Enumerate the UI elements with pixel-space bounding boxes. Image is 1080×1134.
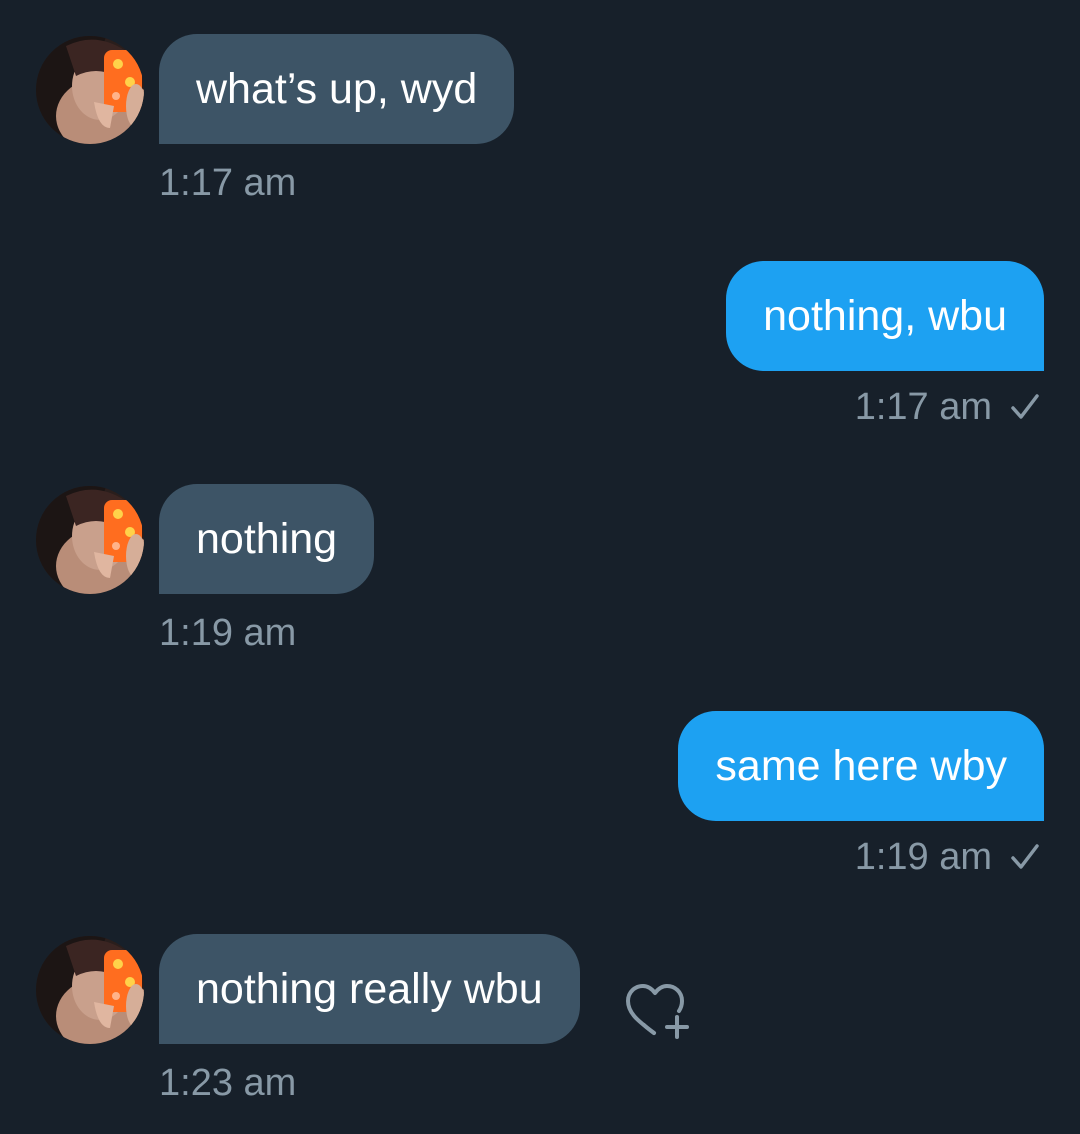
check-icon — [1011, 844, 1039, 869]
avatar[interactable] — [36, 486, 144, 594]
message-timestamp: 1:19 am — [854, 836, 992, 878]
avatar[interactable] — [36, 36, 144, 144]
message-text: same here wby — [715, 741, 1007, 790]
message-bubble[interactable]: same here wby — [678, 711, 1044, 821]
message-thread: what’s up, wyd 1:17 am nothing, wbu 1:17… — [0, 0, 1080, 1134]
message-bubble[interactable]: nothing — [159, 484, 375, 594]
message-bubble[interactable]: nothing really wbu — [159, 934, 580, 1044]
avatar[interactable] — [36, 936, 144, 1044]
message-text: nothing really wbu — [196, 964, 543, 1013]
avatar-photo — [36, 936, 144, 1044]
message-meta: 1:17 am — [855, 388, 1040, 426]
message-timestamp: 1:19 am — [159, 612, 297, 654]
check-icon — [1011, 394, 1039, 419]
message-text: nothing, wbu — [763, 291, 1007, 340]
message-bubble[interactable]: what’s up, wyd — [159, 34, 515, 144]
message-timestamp: 1:17 am — [159, 162, 297, 204]
message-timestamp: 1:23 am — [159, 1062, 297, 1104]
message-timestamp: 1:17 am — [854, 386, 992, 428]
message-meta: 1:19 am — [855, 838, 1040, 876]
avatar-photo — [36, 486, 144, 594]
message-text: nothing — [196, 514, 338, 563]
message-text: what’s up, wyd — [196, 64, 478, 113]
avatar-photo — [36, 36, 144, 144]
heart-plus-icon[interactable] — [620, 975, 690, 1045]
message-bubble[interactable]: nothing, wbu — [726, 261, 1044, 371]
